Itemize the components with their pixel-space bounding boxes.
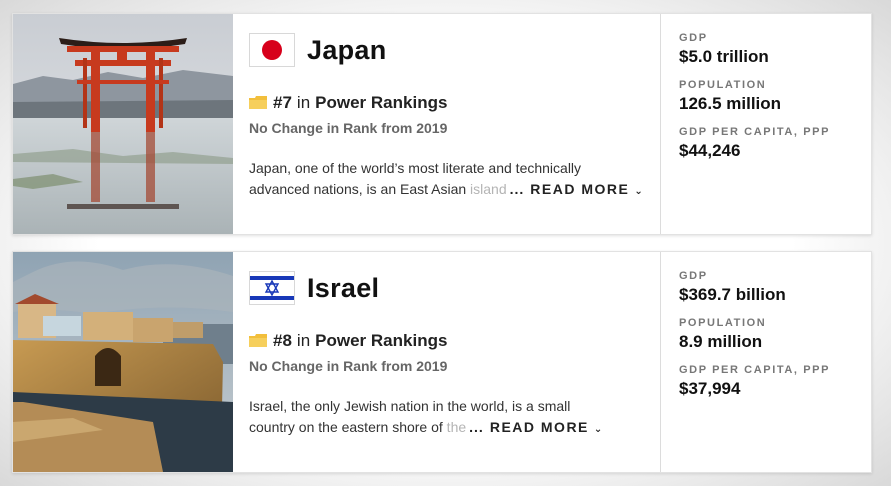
desc-line: Israel, the only Jewish nation in the wo… bbox=[249, 398, 571, 414]
country-card-japan: Japan #7 in Power Rankings No Change in … bbox=[12, 13, 872, 235]
country-name[interactable]: Japan bbox=[307, 35, 387, 66]
japan-photo[interactable] bbox=[13, 14, 233, 234]
desc-line: Japan, one of the world’s most literate … bbox=[249, 160, 582, 176]
israel-flag-icon bbox=[249, 271, 295, 305]
power-ranking[interactable]: #8 in Power Rankings bbox=[249, 331, 644, 351]
country-stats: GDP $369.7 billion POPULATION 8.9 millio… bbox=[660, 252, 871, 472]
country-stats: GDP $5.0 trillion POPULATION 126.5 milli… bbox=[660, 14, 871, 234]
ellipsis: ... bbox=[509, 181, 525, 197]
rank-in: in bbox=[296, 93, 311, 112]
ellipsis: ... bbox=[469, 419, 484, 435]
rank-change: No Change in Rank from 2019 bbox=[249, 120, 448, 136]
stat-population: POPULATION 8.9 million bbox=[679, 317, 767, 351]
rank-in: in bbox=[296, 331, 311, 350]
stat-gdp-per-capita: GDP PER CAPITA, PPP $44,246 bbox=[679, 126, 831, 160]
desc-line: advanced nations, is an East Asian bbox=[249, 181, 467, 197]
desc-fade: the bbox=[442, 419, 467, 435]
country-summary: Israel #8 in Power Rankings No Change in… bbox=[233, 252, 660, 472]
chevron-down-icon: ⌄ bbox=[593, 424, 603, 435]
japan-flag-icon bbox=[249, 33, 295, 67]
folder-icon bbox=[249, 95, 267, 109]
rank-change: No Change in Rank from 2019 bbox=[249, 358, 448, 374]
power-ranking[interactable]: #7 in Power Rankings bbox=[249, 93, 644, 113]
desc-line: country on the eastern shore of bbox=[249, 419, 443, 435]
country-card-israel: Israel #8 in Power Rankings No Change in… bbox=[12, 251, 872, 473]
rank-list-link[interactable]: Power Rankings bbox=[315, 331, 447, 351]
stat-gdp-per-capita: GDP PER CAPITA, PPP $37,994 bbox=[679, 364, 831, 398]
country-name[interactable]: Israel bbox=[307, 273, 379, 304]
folder-icon bbox=[249, 333, 267, 347]
country-description: Japan, one of the world’s most literate … bbox=[249, 158, 644, 202]
read-more-button[interactable]: READ MORE ⌄ bbox=[530, 181, 642, 197]
read-more-button[interactable]: READ MORE ⌄ bbox=[490, 419, 602, 435]
stat-gdp: GDP $5.0 trillion bbox=[679, 32, 769, 66]
stat-gdp: GDP $369.7 billion bbox=[679, 270, 786, 304]
country-description: Israel, the only Jewish nation in the wo… bbox=[249, 396, 644, 440]
rank-number: #7 bbox=[273, 93, 292, 112]
stat-population: POPULATION 126.5 million bbox=[679, 79, 782, 113]
rank-number: #8 bbox=[273, 331, 292, 350]
rank-list-link[interactable]: Power Rankings bbox=[315, 93, 447, 113]
israel-photo[interactable] bbox=[13, 252, 233, 472]
chevron-down-icon: ⌄ bbox=[634, 186, 643, 197]
country-summary: Japan #7 in Power Rankings No Change in … bbox=[233, 14, 660, 234]
desc-fade: island bbox=[466, 181, 507, 197]
